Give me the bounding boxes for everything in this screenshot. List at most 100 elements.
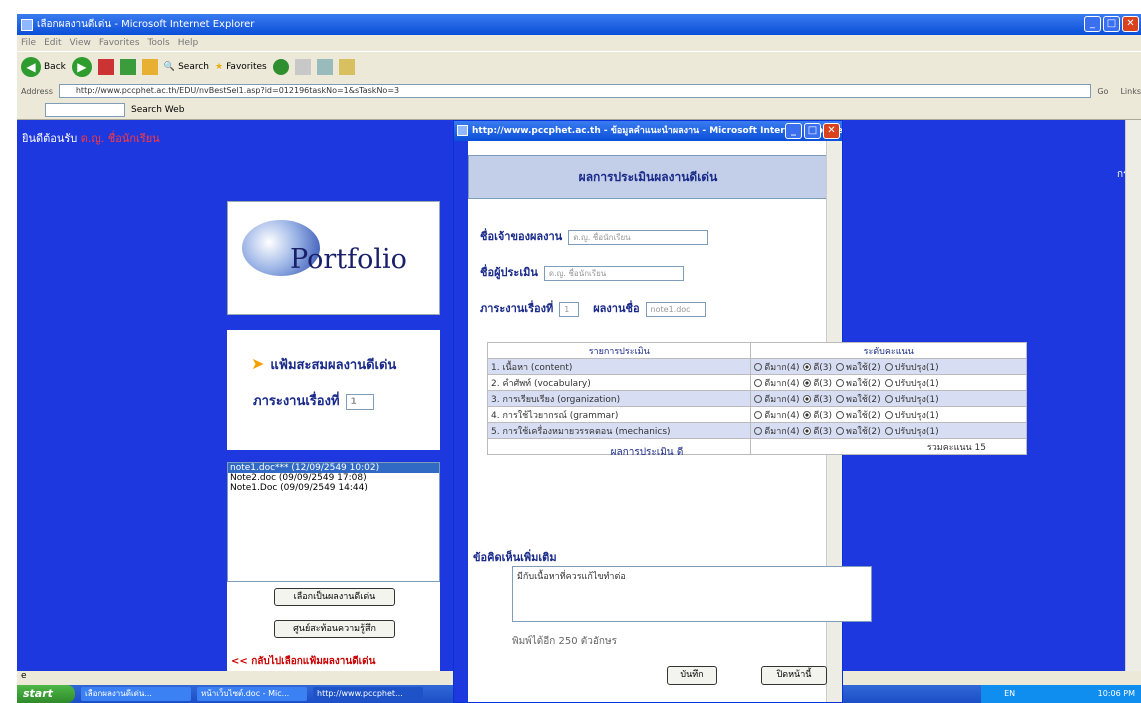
start-button[interactable]: start [17,685,75,703]
rating-option[interactable]: พอใช้(2) [836,411,881,421]
rating-option[interactable]: ดีมาก(4) [754,411,799,421]
page-scrollbar[interactable] [1125,120,1141,671]
radio-button[interactable] [836,379,845,387]
rating-option[interactable]: ดี(3) [803,411,832,421]
popup-close-button[interactable]: ✕ [823,123,840,139]
radio-button[interactable] [754,363,763,371]
radio-button[interactable] [836,411,845,419]
rating-option[interactable]: ดีมาก(4) [754,363,799,373]
go-button[interactable]: Go [1097,87,1108,96]
menu-view[interactable]: View [70,38,91,48]
links-button[interactable]: Links [1120,87,1141,96]
search-icon: 🔍 [163,62,176,72]
taskbar-item[interactable]: http://www.pccphet... [313,687,423,701]
refresh-icon[interactable] [119,59,136,75]
rating-option[interactable]: ปรับปรุง(1) [884,363,939,373]
search-button[interactable]: 🔍 Search [164,62,209,72]
folder-icon[interactable] [338,59,355,75]
radio-button[interactable] [884,395,893,403]
popup-minimize-button[interactable]: _ [785,123,802,139]
list-item[interactable]: note1.doc*** (12/09/2549 10:02) [228,463,439,473]
radio-button[interactable] [836,395,845,403]
history-icon[interactable] [294,59,311,75]
rating-option[interactable]: พอใช้(2) [836,427,881,437]
radio-button[interactable] [884,379,893,387]
work-name-field[interactable]: note1.doc [645,301,706,317]
radio-button[interactable] [754,411,763,419]
file-listbox[interactable]: note1.doc*** (12/09/2549 10:02) Note2.do… [227,462,440,582]
rating-option[interactable]: ดีมาก(4) [754,427,799,437]
maximize-button[interactable]: □ [1103,16,1120,32]
radio-button[interactable] [884,363,893,371]
radio-button[interactable] [803,363,812,371]
close-page-button[interactable]: ปิดหน้านี้ [761,666,827,685]
score-table: รายการประเมิน ระดับคะแนน 1. เนื้อหา (cont… [486,342,1027,455]
rating-option[interactable]: ดี(3) [803,427,832,437]
criterion-label: 1. เนื้อหา (content) [486,358,752,375]
menu-help[interactable]: Help [178,38,199,48]
radio-button[interactable] [803,395,812,403]
language-indicator[interactable]: EN [1004,689,1015,698]
rating-option[interactable]: ดี(3) [803,379,832,389]
menu-tools[interactable]: Tools [148,38,170,48]
radio-button[interactable] [836,363,845,371]
rating-option[interactable]: ดีมาก(4) [754,395,799,405]
radio-button[interactable] [754,395,763,403]
assessor-field[interactable]: ด.ญ. ชื่อนักเรียน [543,265,684,281]
menu-file[interactable]: File [21,38,36,48]
radio-button[interactable] [754,379,763,387]
radio-button[interactable] [754,427,763,435]
rating-option[interactable]: ปรับปรุง(1) [884,379,939,389]
ie-icon [21,18,33,31]
mail-icon[interactable] [316,59,333,75]
owner-field[interactable]: ด.ญ. ชื่อนักเรียน [568,229,709,245]
menu-favorites[interactable]: Favorites [99,38,140,48]
select-best-work-button[interactable]: เลือกเป็นผลงานดีเด่น [274,588,395,606]
close-button[interactable]: ✕ [1122,16,1139,32]
rating-option[interactable]: พอใช้(2) [836,379,881,389]
clock: 10:06 PM [1097,689,1135,698]
rating-option[interactable]: ปรับปรุง(1) [884,411,939,421]
radio-button[interactable] [884,427,893,435]
rating-option[interactable]: ดี(3) [803,395,832,405]
welcome-message: ยินดีต้อนรับ ด.ญ. ชื่อนักเรียน [22,132,160,145]
toolbar-search-input[interactable] [45,102,125,117]
radio-button[interactable] [803,411,812,419]
rating-label: ดี(3) [813,410,833,421]
menu-edit[interactable]: Edit [44,38,61,48]
score-row: 5. การใช้เครื่องหมายวรรคตอน (mechanics) ด… [486,422,1027,439]
rating-options: ดีมาก(4) ดี(3) พอใช้(2) ปรับปรุง(1) [750,358,1027,375]
forward-button[interactable]: ▶ [71,57,92,77]
rating-option[interactable]: ปรับปรุง(1) [884,427,939,437]
rating-option[interactable]: พอใช้(2) [836,363,881,373]
stop-icon[interactable] [97,59,114,75]
list-item[interactable]: Note1.Doc (09/09/2549 14:44) [228,483,439,493]
minimize-button[interactable]: _ [1084,16,1101,32]
rating-option[interactable]: ดีมาก(4) [754,379,799,389]
radio-button[interactable] [803,427,812,435]
task-number-field[interactable]: 1 [559,301,580,317]
home-icon[interactable] [141,59,158,75]
taskbar-item[interactable]: เลือกผลงานดีเด่น... [81,687,191,701]
favorites-button[interactable]: ★ Favorites [215,62,267,72]
radio-button[interactable] [836,427,845,435]
address-input[interactable]: http://www.pccphet.ac.th/EDU/nvBestSel1.… [58,84,1092,98]
comment-textarea[interactable]: มีกับเนื้อหาที่ควรแก้ไขทำต่อ [512,566,872,622]
reflection-center-button[interactable]: ศูนย์สะท้อนความรู้สึก [274,620,395,638]
back-button[interactable]: ◀ Back [21,57,66,77]
taskbar-item[interactable]: หน้าเว็บไซต์.doc - Mic... [197,687,307,701]
radio-button[interactable] [803,379,812,387]
rating-option[interactable]: พอใช้(2) [836,395,881,405]
list-item[interactable]: Note2.doc (09/09/2549 17:08) [228,473,439,483]
task-number-input[interactable]: 1 [345,393,374,410]
popup-maximize-button[interactable]: □ [804,123,821,139]
media-icon[interactable] [272,59,289,75]
back-link[interactable]: << กลับไปเลือกแฟ้มผลงานดีเด่น [231,654,375,669]
rating-option[interactable]: ปรับปรุง(1) [884,395,939,405]
browser-title: เลือกผลงานดีเด่น - Microsoft Internet Ex… [37,19,255,30]
popup-anchor [467,0,827,1]
search-web-button[interactable]: Search Web [131,105,184,115]
rating-option[interactable]: ดี(3) [803,363,832,373]
radio-button[interactable] [884,411,893,419]
save-button[interactable]: บันทึก [667,666,717,685]
